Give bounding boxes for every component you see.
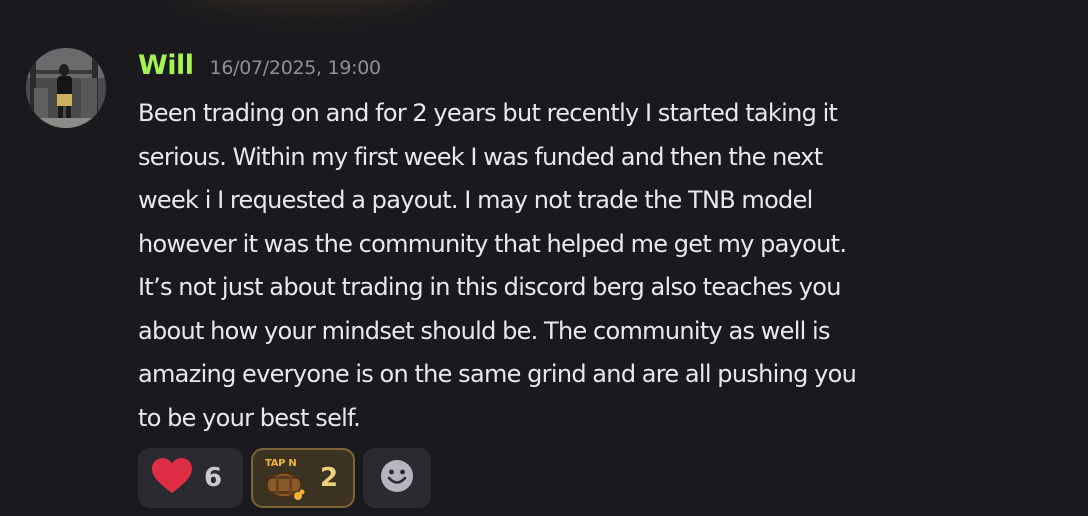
heart-icon — [152, 458, 192, 498]
message-line: however it was the community that helped… — [138, 229, 847, 258]
tap-n-label: TAP N — [265, 458, 297, 469]
timestamp[interactable]: 16/07/2025, 19:00 — [210, 57, 382, 79]
reaction-heart[interactable]: 6 — [138, 448, 243, 508]
add-reaction-icon — [380, 459, 414, 497]
username[interactable]: Will — [138, 50, 194, 81]
reactions-bar: 6 TAP N 2 — [138, 448, 431, 508]
reaction-count: 6 — [204, 463, 223, 493]
message-line: Been trading on and for 2 years but rece… — [138, 99, 838, 127]
add-reaction-button[interactable] — [363, 448, 431, 508]
message-line: week i I requested a payout. I may not t… — [138, 186, 813, 214]
message-line: serious. Within my first week I was fund… — [138, 142, 823, 171]
reaction-count: 2 — [320, 463, 339, 493]
avatar-photo — [26, 48, 106, 128]
message-line: to be your best self. — [138, 403, 361, 432]
message-body: Been trading on and for 2 years but rece… — [138, 92, 1073, 440]
reaction-tap-n[interactable]: TAP N 2 — [251, 448, 355, 508]
tap-n-icon: TAP N — [264, 455, 306, 501]
message-line: about how your mindset should be. The co… — [138, 316, 831, 345]
chat-message: Will 16/07/2025, 19:00 Been trading on a… — [0, 0, 1088, 516]
message-line: It’s not just about trading in this disc… — [138, 273, 841, 301]
avatar[interactable] — [26, 48, 106, 128]
message-header: Will 16/07/2025, 19:00 — [138, 50, 381, 86]
message-line: amazing everyone is on the same grind an… — [138, 360, 857, 388]
